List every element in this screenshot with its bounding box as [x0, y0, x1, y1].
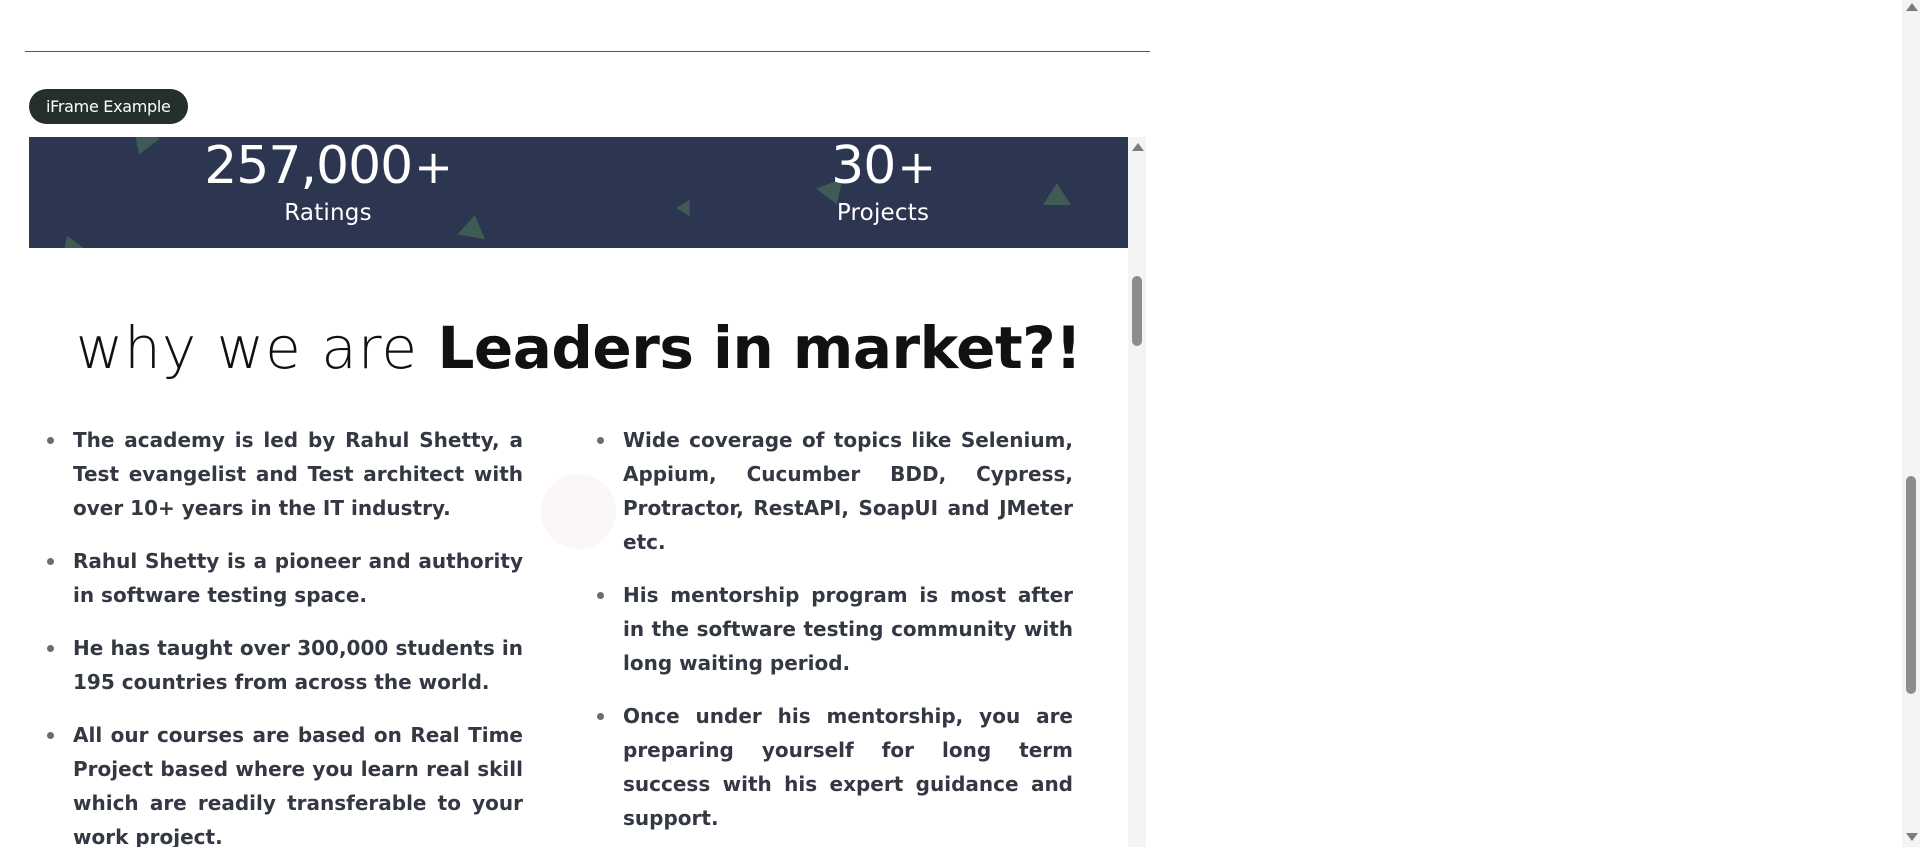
- scroll-down-arrow-icon[interactable]: [1906, 833, 1918, 841]
- page: iFrame Example 257,000+ Ratings 30+ Proj…: [0, 0, 1920, 847]
- iframe-frame[interactable]: 257,000+ Ratings 30+ Projects why we are…: [29, 137, 1146, 847]
- stat-ratings-label: Ratings: [284, 200, 372, 226]
- stat-projects-suffix: +: [897, 140, 936, 194]
- bullet-icon: [597, 592, 604, 599]
- stat-projects-value: 30: [831, 137, 896, 196]
- stat-projects-label: Projects: [836, 200, 930, 226]
- stat-ratings: 257,000+ Ratings: [153, 137, 503, 228]
- list-item: Once under his mentorship, you are prepa…: [597, 699, 1073, 835]
- iframe-scrollbar-thumb[interactable]: [1132, 276, 1142, 346]
- list-item: Wide coverage of topics like Selenium, A…: [597, 423, 1073, 559]
- left-points-list: The academy is led by Rahul Shetty, a Te…: [47, 423, 523, 847]
- decorative-triangle-icon: [1043, 183, 1071, 205]
- bullet-icon: [597, 437, 604, 444]
- stats-band: 257,000+ Ratings 30+ Projects: [29, 137, 1128, 248]
- page-scrollbar-thumb[interactable]: [1906, 476, 1916, 694]
- list-item: The academy is led by Rahul Shetty, a Te…: [47, 423, 523, 525]
- right-points-list: Wide coverage of topics like Selenium, A…: [597, 423, 1073, 847]
- list-item: His mentorship program is most after in …: [597, 578, 1073, 680]
- iframe-content: 257,000+ Ratings 30+ Projects why we are…: [29, 137, 1128, 847]
- headline-bold-text: Leaders in market?!: [437, 314, 1082, 382]
- iframe-scrollbar[interactable]: [1128, 137, 1146, 847]
- list-item: Rahul Shetty is a pioneer and authority …: [47, 544, 523, 612]
- bullet-icon: [597, 713, 604, 720]
- list-item: All our courses are based on Real Time P…: [47, 718, 523, 847]
- iframe-example-badge: iFrame Example: [29, 89, 188, 124]
- horizontal-divider: [25, 51, 1150, 52]
- decorative-triangle-icon: [676, 199, 690, 217]
- bullet-icon: [47, 732, 54, 739]
- bullet-icon: [47, 558, 54, 565]
- stat-projects: 30+ Projects: [723, 137, 1043, 228]
- scroll-up-arrow-icon[interactable]: [1906, 3, 1918, 11]
- bullet-icon: [47, 437, 54, 444]
- list-item: He has taught over 300,000 students in 1…: [47, 631, 523, 699]
- stat-ratings-value: 257,000: [204, 137, 413, 196]
- scroll-up-arrow-icon[interactable]: [1132, 143, 1144, 151]
- bullet-icon: [47, 645, 54, 652]
- section-headline: why we are Leaders in market?!: [29, 313, 1128, 383]
- decorative-triangle-icon: [54, 230, 88, 248]
- headline-light-text: why we are: [75, 314, 438, 382]
- stat-ratings-suffix: +: [414, 140, 453, 194]
- page-scrollbar[interactable]: [1902, 0, 1920, 847]
- decorative-circle: [541, 474, 616, 549]
